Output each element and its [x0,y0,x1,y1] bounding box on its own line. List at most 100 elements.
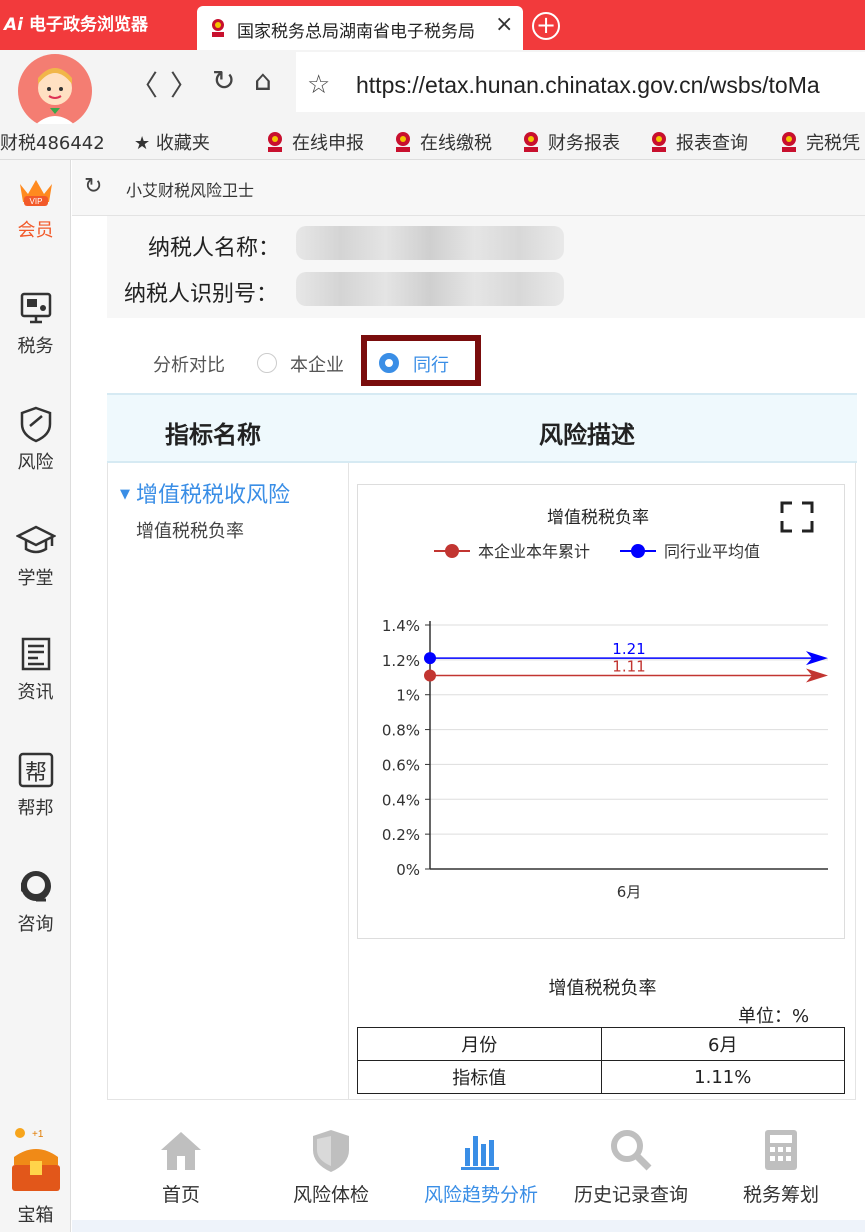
table-row: 指标值 1.11% [357,1060,845,1094]
bookmark-tax-certificate[interactable]: 完税凭 [778,129,860,155]
line-chart: 增值税税负率 本企业本年累计 同行业平均值 0% 0.2% 0.4% 0.6% 0.8% 1… [382,501,828,901]
data-label: 1.21 [612,640,645,658]
star-icon: ★ [134,133,156,154]
shield-icon [20,406,51,443]
taxpayer-name-blurred [296,226,564,260]
sidebar-item-academy[interactable]: 学堂 [0,520,71,590]
treasure-chest-icon: +1 [11,1128,60,1191]
bookmark-online-filing[interactable]: 在线申报 [264,129,364,155]
option-own-label[interactable]: 本企业 [290,351,344,377]
close-tab-icon[interactable]: × [495,12,513,37]
bookmark-favorites[interactable]: ★ 收藏夹 [134,129,210,155]
tax-emblem-icon [212,19,224,37]
bottom-navigation: 首页 风险体检 风险趋势分析 历史记录查询 税务筹划 [72,1102,865,1220]
nav-tax-planning[interactable]: 税务筹划 [706,1102,856,1207]
forward-icon[interactable]: 〉 [170,64,198,104]
sidebar-item-consult[interactable]: 咨询 [0,866,71,936]
sidebar-item-treasure[interactable]: +1 宝箱 [0,1125,71,1227]
app-logo: Ai [4,15,23,35]
reload-icon[interactable]: ↻ [212,64,235,97]
sidebar-item-risk[interactable]: 风险 [0,404,71,474]
y-tick-label: 0% [396,861,420,879]
tax-emblem-icon [268,132,282,152]
tax-emblem-icon [524,132,538,152]
indicator-table-header: 指标名称 风险描述 [107,393,857,463]
bottom-strip [72,1220,865,1232]
unit-label: 单位：% [738,1006,810,1027]
nav-risk-trend[interactable]: 风险趋势分析 [406,1102,556,1207]
legend-marker [445,544,459,558]
vip-crown-icon: VIP [19,180,52,206]
table-cell: 月份 [357,1027,602,1061]
url-text[interactable]: https://etax.hunan.chinatax.gov.cn/wsbs/… [356,72,820,99]
data-table-title: 增值税税负率 [548,978,657,999]
y-tick-label: 0.2% [382,826,420,844]
caret-down-icon: ▼ [120,487,130,502]
headset-icon [20,871,51,902]
home-page-icon[interactable]: ⌂ [254,64,272,97]
taxpayer-id-label: 纳税人识别号： [124,282,279,307]
table-cell: 指标值 [357,1060,602,1094]
browser-tab[interactable]: 国家税务总局湖南省电子税务局 × [197,6,523,50]
news-icon [21,637,50,671]
nav-home[interactable]: 首页 [106,1102,256,1207]
table-cell: 1.11% [600,1060,845,1094]
nav-risk-checkup[interactable]: 风险体检 [256,1102,406,1207]
legend-marker [631,544,645,558]
address-bar-row: 〈 〉 ↻ ⌂ ☆ https://etax.hunan.chinatax.go… [0,50,865,128]
home-icon [161,1132,201,1170]
tree-group-vat-risk[interactable]: ▼ 增值税税收风险 [120,477,290,509]
help-bang-icon: 帮 [18,752,53,788]
chart-series: 1.111.21 [424,640,828,683]
bookmark-report-query[interactable]: 报表查询 [648,129,748,155]
user-avatar-icon [32,68,78,128]
sidebar-item-news[interactable]: 资讯 [0,634,71,704]
svg-text:+1: +1 [32,1129,44,1140]
taxpayer-name-label: 纳税人名称： [148,236,281,261]
sidebar-item-help[interactable]: 帮 帮邦 [0,750,71,820]
graduation-cap-icon [15,525,56,554]
page-title: 小艾财税风险卫士 [126,181,255,200]
highlight-box [361,335,481,386]
calculator-icon [765,1130,797,1170]
refresh-icon[interactable]: ↻ [84,174,102,199]
y-tick-label: 1% [396,687,420,705]
sidebar-item-tax[interactable]: 税务 [0,288,71,358]
y-tick-label: 0.8% [382,722,420,740]
compare-label: 分析对比 [153,355,225,376]
treasure-label: 宝箱 [17,1205,54,1226]
fullscreen-icon[interactable] [780,501,814,533]
back-icon[interactable]: 〈 [130,64,158,104]
avatar[interactable] [18,54,92,128]
radio-own[interactable] [257,353,277,373]
page-header: ↻ 小艾财税风险卫士 [72,160,865,216]
app-title: Ai 电子政务浏览器 [4,10,148,35]
tab-title: 国家税务总局湖南省电子税务局 [237,22,475,42]
indicator-tree: ▼ 增值税税收风险 增值税税负率 [107,463,349,1100]
sidebar-item-vip[interactable]: VIP 会员 [0,172,71,242]
chart-legend: 本企业本年累计 同行业平均值 [434,542,760,561]
nav-history-query[interactable]: 历史记录查询 [556,1102,706,1207]
tax-monitor-icon [20,292,51,324]
browser-title-bar: Ai 电子政务浏览器 国家税务总局湖南省电子税务局 × + [0,0,865,50]
bookmark-online-payment[interactable]: 在线缴税 [392,129,492,155]
search-icon [611,1130,652,1171]
tax-emblem-icon [652,132,666,152]
bookmarks-bar: 财税486442 ★ 收藏夹 在线申报 在线缴税 财务报表 报表查询 完税凭 [0,124,865,160]
new-tab-button[interactable]: + [532,12,560,40]
y-axis: 0% 0.2% 0.4% 0.6% 0.8% 1% 1.2% 1.4% [382,617,431,879]
legend-label: 本企业本年累计 [478,542,590,561]
tax-emblem-icon [396,132,410,152]
bookmark-financial-statements[interactable]: 财务报表 [520,129,620,155]
svg-text:帮: 帮 [24,761,46,786]
tree-item-vat-burden[interactable]: 增值税税负率 [136,517,244,543]
y-tick-label: 0.6% [382,756,420,774]
svg-text:VIP: VIP [29,197,42,206]
data-point [424,669,436,682]
chart-title: 增值税税负率 [547,508,649,528]
favorite-star-icon[interactable]: ☆ [307,70,330,100]
shield-check-icon [313,1130,349,1172]
legend-label: 同行业平均值 [664,542,760,561]
y-tick-label: 0.4% [382,791,420,809]
table-cell: 6月 [600,1027,845,1061]
